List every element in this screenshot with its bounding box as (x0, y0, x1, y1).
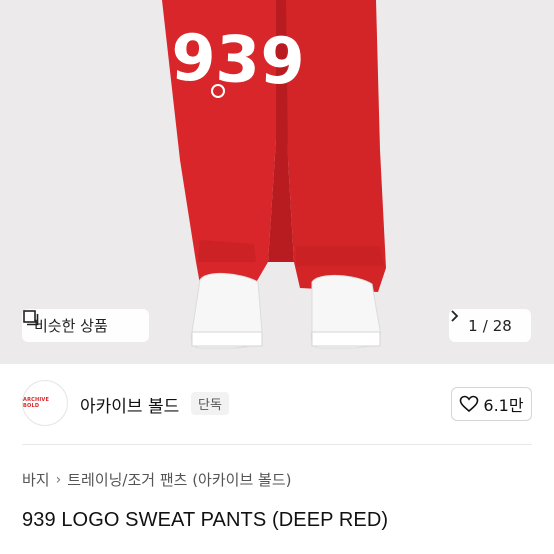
chevron-right-icon: › (55, 471, 62, 488)
divider (22, 444, 532, 445)
chevron-right-icon (451, 310, 459, 322)
breadcrumb-item-category[interactable]: 바지 (22, 469, 50, 490)
breadcrumb: 바지 › 트레이닝/조거 팬츠 (아카이브 볼드) (22, 469, 291, 490)
page-separator: / (482, 316, 488, 335)
similar-products-label: 비슷한 상품 (34, 317, 108, 335)
heart-icon (460, 395, 479, 413)
gallery-icon (23, 310, 39, 326)
shop-name[interactable]: 아카이브 볼드 (80, 392, 179, 417)
product-title: 939 LOGO SWEAT PANTS (DEEP RED) (22, 509, 389, 531)
shop-info-row[interactable]: ARCHIVE BOLD 아카이브 볼드 단독 6.1만 (0, 364, 554, 444)
total-pages: 28 (492, 316, 512, 335)
print-939: 939 (170, 21, 306, 100)
similar-products-button[interactable]: 비슷한 상품 (22, 309, 149, 342)
breadcrumb-item-subcategory[interactable]: 트레이닝/조거 팬츠 (아카이브 볼드) (67, 469, 291, 490)
shop-logo[interactable]: ARCHIVE BOLD (22, 380, 68, 426)
image-page-indicator[interactable]: 1 / 28 (449, 309, 531, 342)
current-page: 1 (468, 316, 478, 335)
like-button[interactable]: 6.1만 (451, 387, 532, 421)
like-count: 6.1만 (483, 396, 524, 415)
product-image-carousel[interactable]: 939 비슷한 상품 1 / 28 (0, 0, 554, 364)
exclusive-badge: 단독 (191, 392, 229, 415)
